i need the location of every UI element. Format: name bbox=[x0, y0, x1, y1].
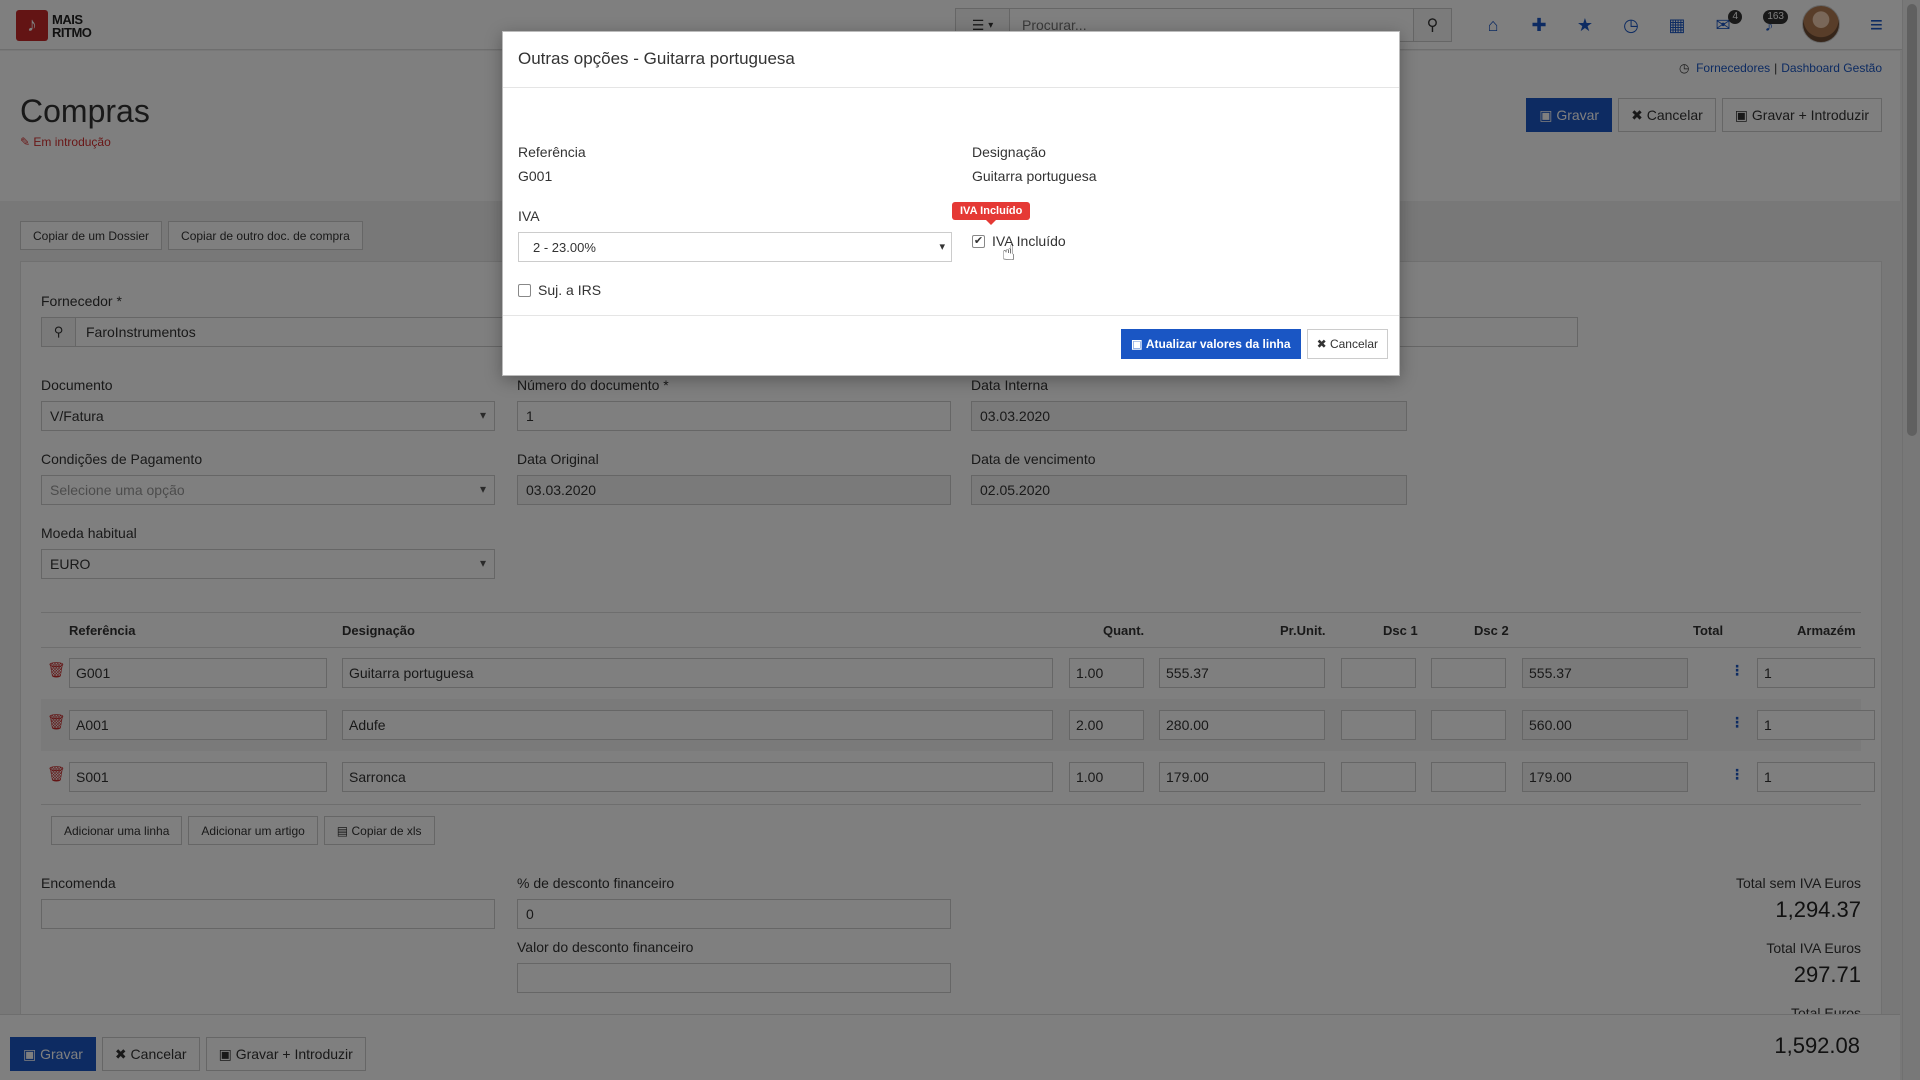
modal-body: Referência G001 Designação Guitarra port… bbox=[503, 88, 1399, 306]
close-icon: ✖ bbox=[1316, 337, 1327, 351]
modal-footer: ▣ Atualizar valores da linha ✖ Cancelar bbox=[503, 315, 1399, 375]
modal-iva-select[interactable]: 2 - 23.00% bbox=[518, 232, 952, 262]
modal-ref-label: Referência bbox=[518, 144, 586, 160]
sujeito-irs-checkbox[interactable] bbox=[518, 284, 531, 297]
save-icon: ▣ bbox=[1131, 337, 1143, 351]
modal-des-value: Guitarra portuguesa bbox=[972, 168, 1097, 184]
modal-title: Outras opções - Guitarra portuguesa bbox=[503, 32, 1399, 88]
sujeito-irs-label: Suj. a IRS bbox=[538, 282, 602, 298]
modal-ref-value: G001 bbox=[518, 168, 553, 184]
update-line-values-button[interactable]: ▣ Atualizar valores da linha bbox=[1121, 329, 1301, 359]
other-options-modal: Outras opções - Guitarra portuguesa Refe… bbox=[502, 31, 1400, 376]
hand-pointer-icon: ☝ bbox=[1002, 240, 1016, 265]
modal-cancel-button[interactable]: ✖ Cancelar bbox=[1306, 329, 1388, 359]
iva-incluido-tooltip: IVA Incluído bbox=[952, 202, 1031, 225]
modal-des-label: Designação bbox=[972, 144, 1046, 160]
iva-incluido-checkbox[interactable]: ✔ bbox=[972, 235, 985, 248]
modal-iva-label: IVA bbox=[518, 208, 540, 224]
